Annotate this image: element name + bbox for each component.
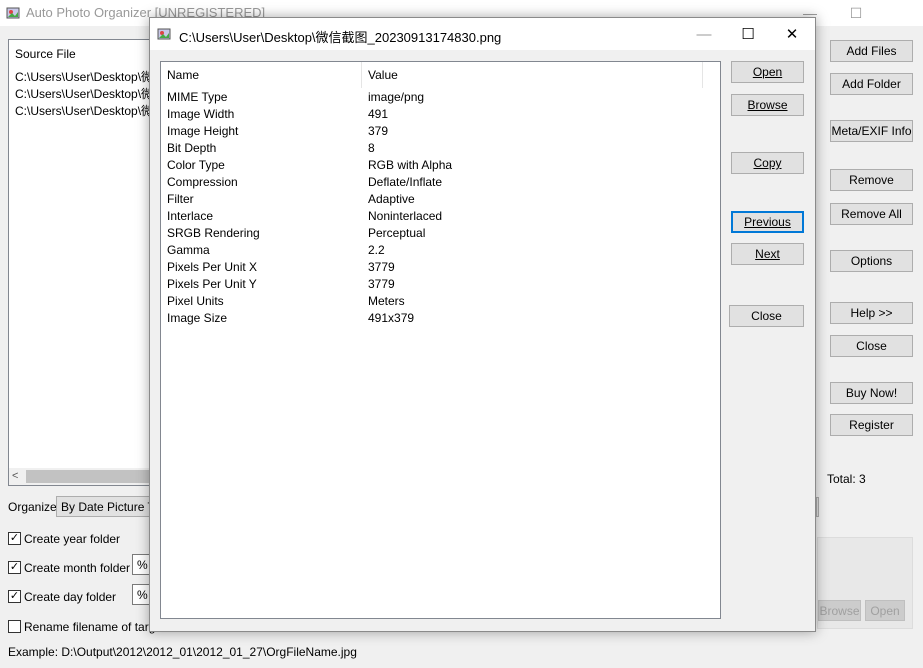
dialog-previous-button[interactable]: Previous — [731, 211, 804, 233]
row-name: Bit Depth — [167, 141, 217, 155]
row-value: 491x379 — [368, 311, 415, 325]
meta-info-list[interactable]: Name Value MIME Type image/png Image Width… — [160, 61, 721, 619]
source-file-list[interactable]: Source File C:\Users\User\Desktop\微信 C:\… — [8, 39, 165, 486]
row-value: Meters — [368, 294, 405, 308]
meta-exif-info-button[interactable]: Meta/EXIF Info — [830, 120, 913, 142]
row-value: 3779 — [368, 277, 395, 291]
row-name: SRGB Rendering — [167, 226, 260, 240]
remove-all-button[interactable]: Remove All — [830, 203, 913, 225]
row-value: image/png — [368, 90, 425, 104]
add-folder-button[interactable]: Add Folder — [830, 73, 913, 95]
row-value: Noninterlaced — [368, 209, 443, 223]
row-value: Deflate/Inflate — [368, 175, 443, 189]
table-row[interactable]: Color Type RGB with Alpha — [161, 156, 720, 173]
create-year-label[interactable]: Create year folder — [24, 532, 120, 546]
table-row[interactable]: Image Size 491x379 — [161, 309, 720, 326]
row-value: 379 — [368, 124, 389, 138]
day-format-input[interactable]: % — [132, 584, 150, 605]
list-item[interactable]: C:\Users\User\Desktop\微信 — [15, 102, 165, 119]
dialog-app-icon — [157, 27, 171, 41]
options-button[interactable]: Options — [830, 250, 913, 272]
close-main-button[interactable]: Close — [830, 335, 913, 357]
organize-select-value: By Date Picture Ta — [61, 500, 149, 514]
register-button[interactable]: Register — [830, 414, 913, 436]
table-row[interactable]: Interlace Noninterlaced — [161, 207, 720, 224]
row-name: Image Size — [167, 311, 228, 325]
row-value: 8 — [368, 141, 375, 155]
dialog-next-button[interactable]: Next — [731, 243, 804, 265]
list-item[interactable]: C:\Users\User\Desktop\微信 — [15, 85, 165, 102]
horizontal-scrollbar[interactable]: < — [9, 468, 149, 485]
example-path: Example: D:\Output\2012\2012_01\2012_01_… — [8, 645, 357, 659]
dialog-open-button[interactable]: Open — [731, 61, 804, 83]
help-button[interactable]: Help >> — [830, 302, 913, 324]
row-name: Image Height — [167, 124, 239, 138]
browse-output-button[interactable]: Browse — [818, 600, 861, 621]
row-name: Pixel Units — [167, 294, 224, 308]
meta-info-dialog: C:\Users\User\Desktop\微信截图_2023091317483… — [149, 17, 816, 632]
month-format-input[interactable]: % — [132, 554, 150, 575]
organize-label: Organize — [8, 500, 57, 514]
create-day-label[interactable]: Create day folder — [24, 590, 116, 604]
scrollbar-thumb[interactable] — [26, 470, 149, 483]
row-name: Compression — [167, 175, 238, 189]
table-row[interactable]: Gamma 2.2 — [161, 241, 720, 258]
row-value: RGB with Alpha — [368, 158, 453, 172]
row-name: Pixels Per Unit Y — [167, 277, 257, 291]
list-header: Name Value — [161, 62, 720, 88]
table-row[interactable]: Image Width 491 — [161, 105, 720, 122]
table-row[interactable]: Pixels Per Unit X 3779 — [161, 258, 720, 275]
dialog-titlebar: C:\Users\User\Desktop\微信截图_2023091317483… — [150, 18, 815, 50]
row-name: Gamma — [167, 243, 210, 257]
list-item[interactable]: C:\Users\User\Desktop\微信 — [15, 68, 165, 85]
output-scroll-stub — [816, 497, 819, 517]
row-value: 491 — [368, 107, 389, 121]
table-row[interactable]: Compression Deflate/Inflate — [161, 173, 720, 190]
row-value: 2.2 — [368, 243, 385, 257]
open-output-button[interactable]: Open — [865, 600, 905, 621]
dialog-title: C:\Users\User\Desktop\微信截图_2023091317483… — [179, 30, 502, 45]
column-header-value[interactable]: Value — [362, 62, 703, 88]
add-files-button[interactable]: Add Files — [830, 40, 913, 62]
organize-select[interactable]: By Date Picture Ta — [56, 496, 150, 517]
table-row[interactable]: Filter Adaptive — [161, 190, 720, 207]
dialog-minimize-button[interactable]: — — [681, 18, 727, 50]
table-row[interactable]: Bit Depth 8 — [161, 139, 720, 156]
dialog-close-icon[interactable]: ✕ — [769, 18, 815, 50]
row-name: Image Width — [167, 107, 235, 121]
rename-label[interactable]: Rename filename of targe — [24, 620, 162, 634]
row-name: Pixels Per Unit X — [167, 260, 258, 274]
scroll-left-icon[interactable]: < — [12, 470, 18, 482]
create-day-checkbox[interactable]: ✓ — [8, 590, 21, 603]
app-icon — [6, 6, 20, 20]
create-month-label[interactable]: Create month folder — [24, 561, 130, 575]
dialog-copy-button[interactable]: Copy — [731, 152, 804, 174]
dialog-browse-button[interactable]: Browse — [731, 94, 804, 116]
table-row[interactable]: MIME Type image/png — [161, 88, 720, 105]
column-header-name[interactable]: Name — [161, 62, 362, 88]
table-row[interactable]: Image Height 379 — [161, 122, 720, 139]
dialog-maximize-button[interactable]: ☐ — [725, 18, 771, 50]
remove-button[interactable]: Remove — [830, 169, 913, 191]
row-name: MIME Type — [167, 90, 228, 104]
total-count: Total: 3 — [827, 472, 866, 486]
rename-checkbox[interactable] — [8, 620, 21, 633]
row-name: Interlace — [167, 209, 214, 223]
source-file-header[interactable]: Source File — [15, 47, 76, 61]
table-row[interactable]: Pixel Units Meters — [161, 292, 720, 309]
buy-now-button[interactable]: Buy Now! — [830, 382, 913, 404]
table-row[interactable]: SRGB Rendering Perceptual — [161, 224, 720, 241]
row-name: Color Type — [167, 158, 225, 172]
dialog-close-button[interactable]: Close — [729, 305, 804, 327]
create-year-checkbox[interactable]: ✓ — [8, 532, 21, 545]
row-value: 3779 — [368, 260, 395, 274]
row-value: Perceptual — [368, 226, 426, 240]
create-month-checkbox[interactable]: ✓ — [8, 561, 21, 574]
row-name: Filter — [167, 192, 194, 206]
table-row[interactable]: Pixels Per Unit Y 3779 — [161, 275, 720, 292]
main-maximize-button[interactable]: ☐ — [833, 0, 879, 26]
row-value: Adaptive — [368, 192, 415, 206]
